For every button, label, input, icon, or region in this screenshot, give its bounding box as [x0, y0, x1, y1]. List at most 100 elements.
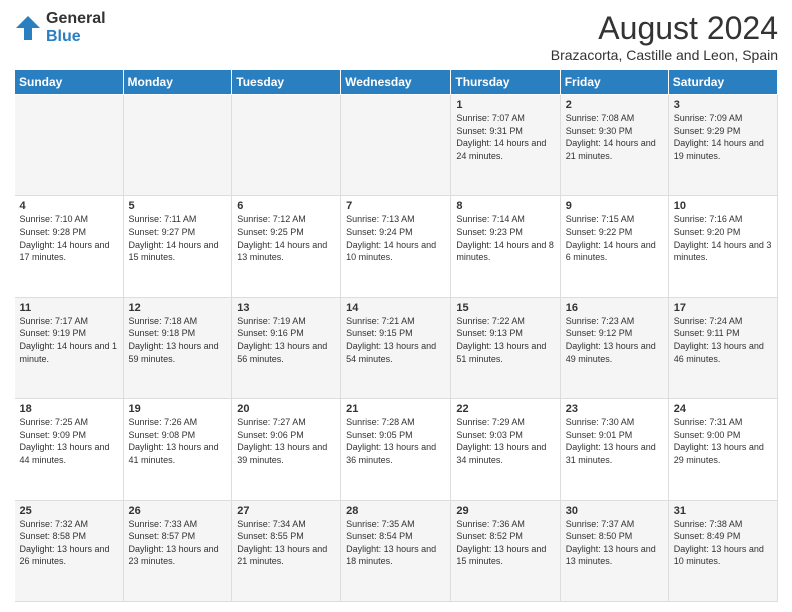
- day-number: 2: [566, 99, 663, 111]
- day-number: 20: [237, 403, 335, 415]
- calendar-cell: 20Sunrise: 7:27 AM Sunset: 9:06 PM Dayli…: [232, 399, 341, 500]
- calendar-cell: 13Sunrise: 7:19 AM Sunset: 9:16 PM Dayli…: [232, 297, 341, 398]
- logo-icon: [14, 14, 42, 42]
- day-number: 21: [346, 403, 445, 415]
- day-number: 3: [674, 99, 772, 111]
- day-info: Sunrise: 7:27 AM Sunset: 9:06 PM Dayligh…: [237, 416, 335, 466]
- day-number: 22: [456, 403, 554, 415]
- day-info: Sunrise: 7:37 AM Sunset: 8:50 PM Dayligh…: [566, 518, 663, 568]
- day-number: 6: [237, 200, 335, 212]
- day-number: 7: [346, 200, 445, 212]
- day-number: 28: [346, 505, 445, 517]
- logo-text: General Blue: [46, 10, 106, 45]
- day-number: 23: [566, 403, 663, 415]
- day-info: Sunrise: 7:29 AM Sunset: 9:03 PM Dayligh…: [456, 416, 554, 466]
- day-number: 13: [237, 302, 335, 314]
- header-day-friday: Friday: [560, 70, 668, 95]
- logo: General Blue: [14, 10, 106, 45]
- day-info: Sunrise: 7:30 AM Sunset: 9:01 PM Dayligh…: [566, 416, 663, 466]
- calendar-cell: 2Sunrise: 7:08 AM Sunset: 9:30 PM Daylig…: [560, 95, 668, 196]
- day-info: Sunrise: 7:35 AM Sunset: 8:54 PM Dayligh…: [346, 518, 445, 568]
- calendar-cell: 6Sunrise: 7:12 AM Sunset: 9:25 PM Daylig…: [232, 196, 341, 297]
- calendar-cell: 18Sunrise: 7:25 AM Sunset: 9:09 PM Dayli…: [15, 399, 124, 500]
- title-area: August 2024 Brazacorta, Castille and Leo…: [551, 10, 778, 63]
- day-info: Sunrise: 7:31 AM Sunset: 9:00 PM Dayligh…: [674, 416, 772, 466]
- day-number: 24: [674, 403, 772, 415]
- day-number: 31: [674, 505, 772, 517]
- calendar-body: 1Sunrise: 7:07 AM Sunset: 9:31 PM Daylig…: [15, 95, 778, 602]
- day-info: Sunrise: 7:14 AM Sunset: 9:23 PM Dayligh…: [456, 213, 554, 263]
- day-info: Sunrise: 7:22 AM Sunset: 9:13 PM Dayligh…: [456, 315, 554, 365]
- calendar-cell: 25Sunrise: 7:32 AM Sunset: 8:58 PM Dayli…: [15, 500, 124, 601]
- calendar-cell: 24Sunrise: 7:31 AM Sunset: 9:00 PM Dayli…: [668, 399, 777, 500]
- calendar-week-2: 4Sunrise: 7:10 AM Sunset: 9:28 PM Daylig…: [15, 196, 778, 297]
- header-day-monday: Monday: [123, 70, 232, 95]
- day-info: Sunrise: 7:26 AM Sunset: 9:08 PM Dayligh…: [129, 416, 227, 466]
- calendar-cell: 12Sunrise: 7:18 AM Sunset: 9:18 PM Dayli…: [123, 297, 232, 398]
- calendar-cell: 11Sunrise: 7:17 AM Sunset: 9:19 PM Dayli…: [15, 297, 124, 398]
- day-info: Sunrise: 7:07 AM Sunset: 9:31 PM Dayligh…: [456, 112, 554, 162]
- day-number: 17: [674, 302, 772, 314]
- calendar-week-4: 18Sunrise: 7:25 AM Sunset: 9:09 PM Dayli…: [15, 399, 778, 500]
- calendar-cell: 21Sunrise: 7:28 AM Sunset: 9:05 PM Dayli…: [341, 399, 451, 500]
- day-number: 10: [674, 200, 772, 212]
- page: General Blue August 2024 Brazacorta, Cas…: [0, 0, 792, 612]
- calendar-cell: 23Sunrise: 7:30 AM Sunset: 9:01 PM Dayli…: [560, 399, 668, 500]
- calendar-cell: 26Sunrise: 7:33 AM Sunset: 8:57 PM Dayli…: [123, 500, 232, 601]
- calendar-cell: 4Sunrise: 7:10 AM Sunset: 9:28 PM Daylig…: [15, 196, 124, 297]
- header-day-tuesday: Tuesday: [232, 70, 341, 95]
- day-info: Sunrise: 7:08 AM Sunset: 9:30 PM Dayligh…: [566, 112, 663, 162]
- logo-blue: Blue: [46, 28, 106, 46]
- day-info: Sunrise: 7:19 AM Sunset: 9:16 PM Dayligh…: [237, 315, 335, 365]
- day-number: 18: [20, 403, 118, 415]
- calendar-cell: [232, 95, 341, 196]
- day-info: Sunrise: 7:32 AM Sunset: 8:58 PM Dayligh…: [20, 518, 118, 568]
- day-number: 30: [566, 505, 663, 517]
- day-info: Sunrise: 7:11 AM Sunset: 9:27 PM Dayligh…: [129, 213, 227, 263]
- logo-general: General: [46, 10, 106, 28]
- calendar-cell: 5Sunrise: 7:11 AM Sunset: 9:27 PM Daylig…: [123, 196, 232, 297]
- day-info: Sunrise: 7:17 AM Sunset: 9:19 PM Dayligh…: [20, 315, 118, 365]
- header-row: SundayMondayTuesdayWednesdayThursdayFrid…: [15, 70, 778, 95]
- day-info: Sunrise: 7:13 AM Sunset: 9:24 PM Dayligh…: [346, 213, 445, 263]
- calendar-cell: [15, 95, 124, 196]
- day-number: 25: [20, 505, 118, 517]
- page-subtitle: Brazacorta, Castille and Leon, Spain: [551, 47, 778, 63]
- calendar-cell: 15Sunrise: 7:22 AM Sunset: 9:13 PM Dayli…: [451, 297, 560, 398]
- day-number: 15: [456, 302, 554, 314]
- day-number: 27: [237, 505, 335, 517]
- day-info: Sunrise: 7:34 AM Sunset: 8:55 PM Dayligh…: [237, 518, 335, 568]
- calendar-cell: 7Sunrise: 7:13 AM Sunset: 9:24 PM Daylig…: [341, 196, 451, 297]
- day-number: 26: [129, 505, 227, 517]
- calendar-week-1: 1Sunrise: 7:07 AM Sunset: 9:31 PM Daylig…: [15, 95, 778, 196]
- calendar-cell: 16Sunrise: 7:23 AM Sunset: 9:12 PM Dayli…: [560, 297, 668, 398]
- calendar-cell: [123, 95, 232, 196]
- day-info: Sunrise: 7:36 AM Sunset: 8:52 PM Dayligh…: [456, 518, 554, 568]
- day-number: 19: [129, 403, 227, 415]
- day-info: Sunrise: 7:12 AM Sunset: 9:25 PM Dayligh…: [237, 213, 335, 263]
- day-number: 16: [566, 302, 663, 314]
- day-info: Sunrise: 7:24 AM Sunset: 9:11 PM Dayligh…: [674, 315, 772, 365]
- day-number: 1: [456, 99, 554, 111]
- day-info: Sunrise: 7:16 AM Sunset: 9:20 PM Dayligh…: [674, 213, 772, 263]
- day-number: 14: [346, 302, 445, 314]
- day-info: Sunrise: 7:18 AM Sunset: 9:18 PM Dayligh…: [129, 315, 227, 365]
- day-info: Sunrise: 7:25 AM Sunset: 9:09 PM Dayligh…: [20, 416, 118, 466]
- day-number: 4: [20, 200, 118, 212]
- calendar-cell: 27Sunrise: 7:34 AM Sunset: 8:55 PM Dayli…: [232, 500, 341, 601]
- header-day-wednesday: Wednesday: [341, 70, 451, 95]
- calendar-cell: 8Sunrise: 7:14 AM Sunset: 9:23 PM Daylig…: [451, 196, 560, 297]
- page-title: August 2024: [551, 10, 778, 47]
- calendar-cell: 1Sunrise: 7:07 AM Sunset: 9:31 PM Daylig…: [451, 95, 560, 196]
- day-number: 29: [456, 505, 554, 517]
- day-number: 11: [20, 302, 118, 314]
- header-day-sunday: Sunday: [15, 70, 124, 95]
- calendar-cell: 31Sunrise: 7:38 AM Sunset: 8:49 PM Dayli…: [668, 500, 777, 601]
- calendar-cell: [341, 95, 451, 196]
- day-info: Sunrise: 7:15 AM Sunset: 9:22 PM Dayligh…: [566, 213, 663, 263]
- calendar-cell: 22Sunrise: 7:29 AM Sunset: 9:03 PM Dayli…: [451, 399, 560, 500]
- header-day-thursday: Thursday: [451, 70, 560, 95]
- day-info: Sunrise: 7:09 AM Sunset: 9:29 PM Dayligh…: [674, 112, 772, 162]
- day-number: 5: [129, 200, 227, 212]
- calendar-cell: 29Sunrise: 7:36 AM Sunset: 8:52 PM Dayli…: [451, 500, 560, 601]
